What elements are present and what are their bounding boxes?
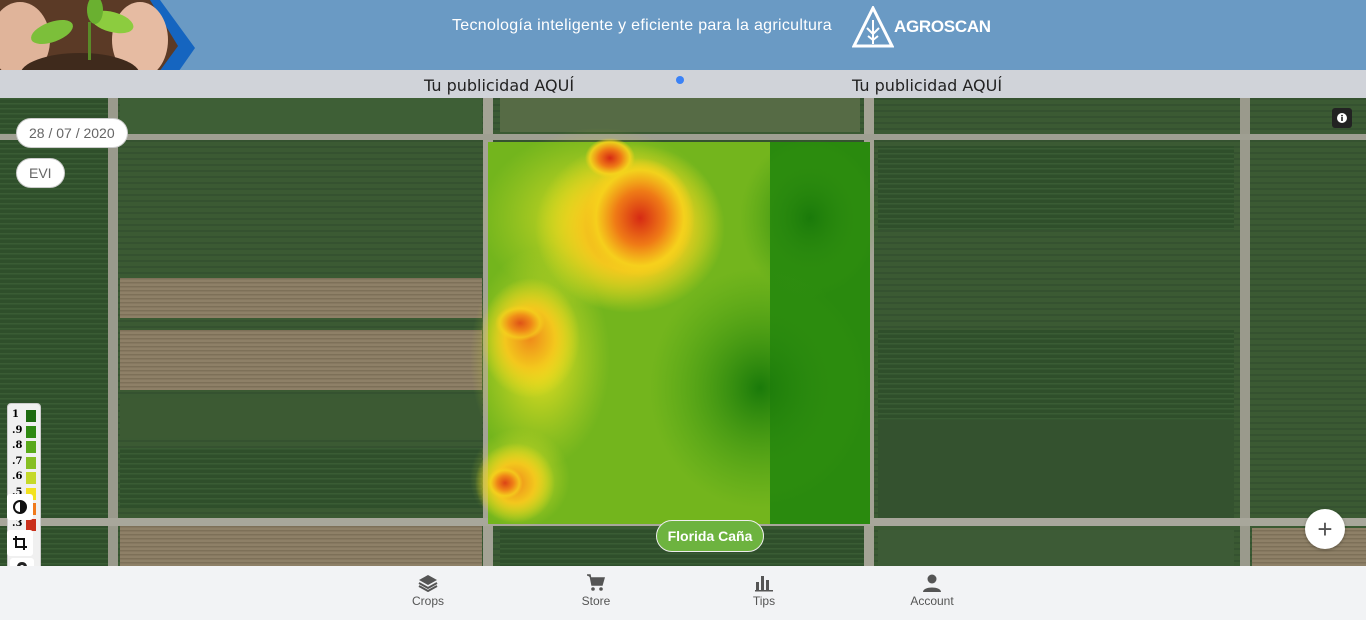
ad-left[interactable]: Tu publicidad AQUÍ (424, 76, 574, 95)
legend-label: .9 (12, 424, 23, 436)
zoom-in-icon[interactable]: + (1305, 509, 1345, 549)
person-icon (923, 574, 941, 592)
info-icon[interactable] (1332, 108, 1352, 128)
cart-icon (587, 574, 605, 591)
carousel-dot[interactable] (676, 76, 684, 84)
contrast-icon[interactable] (7, 494, 33, 520)
agroscan-logo[interactable]: AGROSCAN (852, 6, 992, 48)
legend-swatch (26, 441, 36, 453)
bottom-navigation: Crops Store Tips Account (0, 566, 1366, 620)
nav-tips[interactable]: Tips (724, 574, 804, 608)
legend-label: .7 (12, 455, 23, 467)
legend-label: .8 (12, 440, 23, 451)
nav-account-label: Account (910, 594, 954, 608)
nav-account[interactable]: Account (892, 574, 972, 608)
satellite-imagery (0, 98, 1366, 566)
legend-label: 1 (12, 409, 19, 420)
legend-row: .6 (8, 470, 40, 485)
crop-icon[interactable] (7, 530, 33, 556)
index-selector[interactable]: EVI (16, 158, 65, 188)
legend-row: .8 (8, 439, 40, 454)
app-header: Tecnología inteligente y eficiente para … (0, 0, 1366, 70)
legend-swatch (26, 410, 36, 422)
ad-right[interactable]: Tu publicidad AQUÍ (852, 76, 1002, 95)
legend-row: 1 (8, 408, 40, 423)
nav-store[interactable]: Store (556, 574, 636, 608)
legend-swatch (26, 472, 36, 484)
nav-store-label: Store (581, 594, 611, 608)
bar-chart-icon (755, 576, 773, 592)
legend-swatch (26, 456, 36, 469)
layers-icon (418, 575, 438, 592)
legend-row: .7 (8, 455, 40, 470)
header-tagline: Tecnología inteligente y eficiente para … (452, 17, 832, 34)
logo-text: AGROSCAN (894, 17, 991, 36)
nav-crops[interactable]: Crops (388, 574, 468, 608)
evi-field-overlay (470, 128, 880, 528)
date-picker[interactable]: 28 / 07 / 2020 (16, 118, 128, 148)
legend-swatch (26, 518, 36, 531)
location-icon[interactable] (10, 558, 34, 566)
satellite-map[interactable]: 28 / 07 / 2020 EVI 1.9.8.7.6.5.4.3 + Flo… (0, 98, 1366, 566)
nav-tips-label: Tips (752, 594, 776, 608)
ad-banner[interactable]: Tu publicidad AQUÍ Tu publicidad AQUÍ (0, 70, 1366, 98)
field-name-label[interactable]: Florida Caña (656, 520, 764, 552)
legend-swatch (26, 425, 36, 438)
logo-mark-icon (852, 6, 894, 48)
nav-crops-label: Crops (411, 594, 444, 608)
legend-label: .6 (12, 471, 23, 482)
legend-row: .9 (8, 424, 40, 439)
